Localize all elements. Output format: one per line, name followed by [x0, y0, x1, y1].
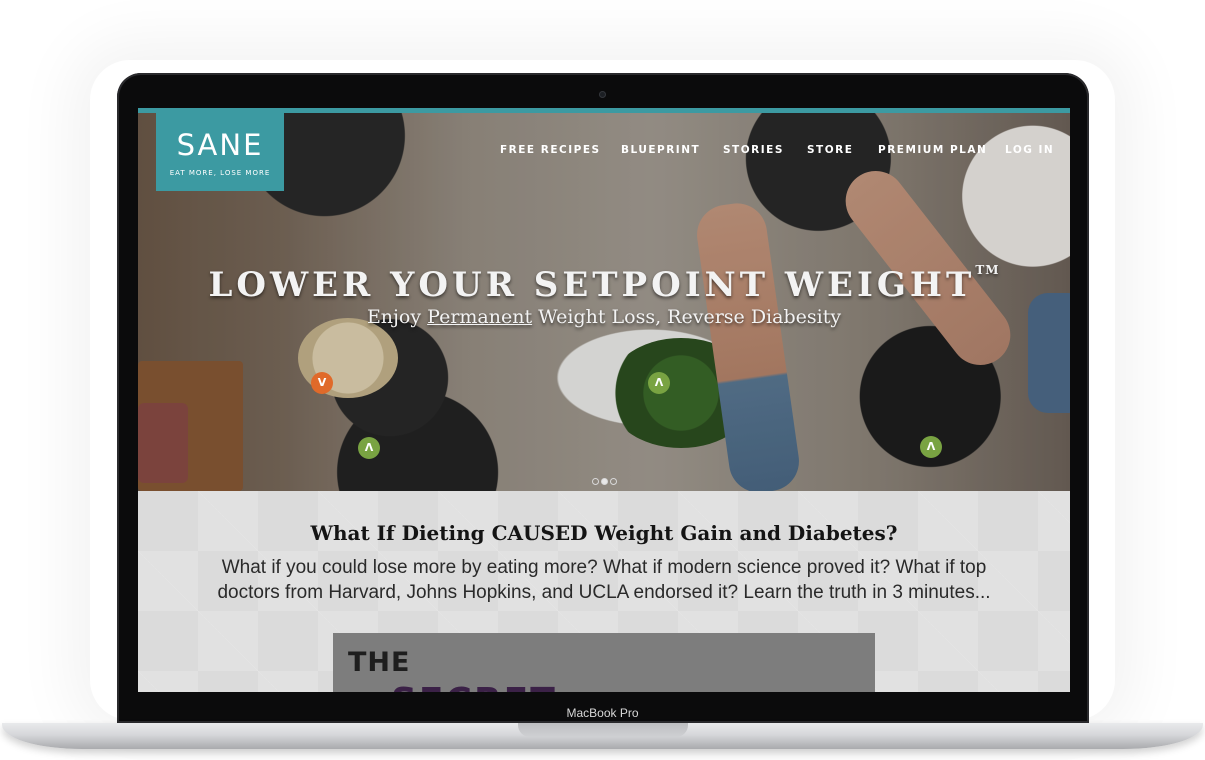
nav-premium-plan[interactable]: PREMIUM PLAN [878, 144, 987, 156]
intro-section: What If Dieting CAUSED Weight Gain and D… [138, 491, 1070, 692]
laptop-notch [518, 723, 688, 737]
hero-subtitle-link[interactable]: Permanent [427, 306, 532, 328]
nav-log-in[interactable]: LOG IN [1005, 144, 1054, 156]
nav-stories[interactable]: STORIES [723, 144, 784, 156]
site-logo[interactable]: SANE EAT MORE, LOSE MORE [156, 113, 284, 191]
intro-headline: What If Dieting CAUSED Weight Gain and D… [310, 521, 898, 545]
webcam-icon [599, 91, 606, 98]
hero-title: LOWER YOUR SETPOINT WEIGHTTM [138, 263, 1070, 305]
carousel-dot[interactable] [592, 478, 599, 485]
hero-subtitle-prefix: Enjoy [366, 306, 428, 328]
hero-subtitle: Enjoy Permanent Weight Loss, Reverse Dia… [138, 306, 1070, 328]
laptop-screen: V Λ Λ Λ LOWER YOUR SETPOINT WEIGHTTM Enj… [138, 108, 1070, 692]
video-thumbnail[interactable]: THE SECRET [333, 633, 875, 692]
hero-subtitle-suffix: Weight Loss, Reverse Diabesity [532, 306, 842, 328]
food-badge-icon[interactable]: Λ [648, 372, 670, 394]
hero-title-text: LOWER YOUR SETPOINT WEIGHT [208, 265, 976, 305]
video-title-line2: SECRET [391, 681, 557, 692]
device-model-label: MacBook Pro [566, 706, 639, 720]
logo-tagline: EAT MORE, LOSE MORE [169, 169, 271, 177]
carousel-dot-active[interactable] [601, 478, 608, 485]
intro-body: What if you could lose more by eating mo… [217, 557, 991, 603]
nav-store[interactable]: STORE [807, 144, 853, 156]
carousel-dots [592, 472, 619, 485]
food-badge-icon[interactable]: Λ [920, 436, 942, 458]
video-title-line1: THE [348, 647, 411, 678]
trademark-mark: TM [975, 263, 1000, 277]
nav-blueprint[interactable]: BLUEPRINT [621, 144, 700, 156]
logo-wordmark: SANE [176, 128, 264, 162]
carousel-dot[interactable] [610, 478, 617, 485]
food-badge-icon[interactable]: Λ [358, 437, 380, 459]
nav-free-recipes[interactable]: FREE RECIPES [500, 144, 601, 156]
food-badge-icon[interactable]: V [311, 372, 333, 394]
